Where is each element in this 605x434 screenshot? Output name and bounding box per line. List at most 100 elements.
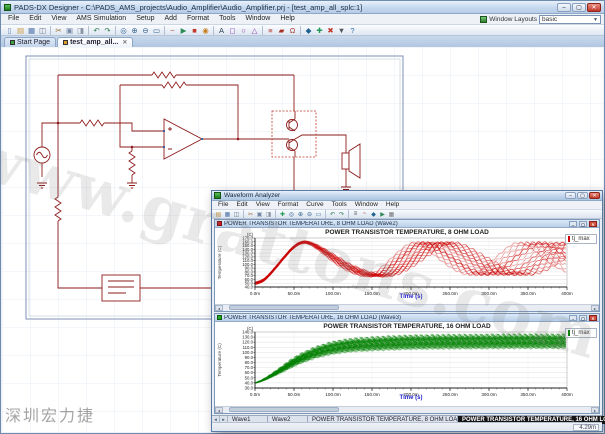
redo-icon[interactable]: ↷ — [102, 25, 113, 35]
maximize-button[interactable]: ▢ — [572, 3, 586, 12]
shape-triangle-icon[interactable]: △ — [249, 25, 260, 35]
scrollbar-track[interactable] — [223, 407, 591, 413]
sim-setup-icon[interactable]: ~ — [167, 25, 178, 35]
menu-format[interactable]: Format — [182, 14, 214, 24]
run-simulation-icon[interactable]: ▶ — [178, 25, 189, 35]
chart-8ohm-scrollbar[interactable]: ◂ ▸ — [215, 304, 599, 311]
child-close-button[interactable]: ✕ — [589, 221, 597, 227]
probe-icon[interactable]: ◉ — [200, 25, 211, 35]
cut-icon[interactable]: ✂ — [246, 210, 255, 218]
print-icon[interactable]: ◫ — [37, 25, 48, 35]
child-minimize-button[interactable]: ‒ — [569, 315, 577, 321]
wire-icon[interactable]: ≡ — [265, 25, 276, 35]
grid-icon[interactable]: ▦ — [387, 210, 396, 218]
analyzer-maximize-button[interactable]: ▢ — [577, 192, 588, 199]
menu-view[interactable]: View — [46, 14, 71, 24]
menu-help[interactable]: Help — [275, 14, 299, 24]
zoom-out-icon[interactable]: ⊖ — [140, 25, 151, 35]
save-icon[interactable]: ▦ — [26, 25, 37, 35]
open-icon[interactable]: ▤ — [15, 25, 26, 35]
search-icon[interactable]: ◎ — [287, 210, 296, 218]
run-icon[interactable]: ▶ — [378, 210, 387, 218]
close-button[interactable]: ✕ — [587, 3, 601, 12]
menu-window[interactable]: Window — [351, 201, 382, 209]
analyzer-close-button[interactable]: ✕ — [589, 192, 600, 199]
menu-add[interactable]: Add — [159, 14, 181, 24]
undo-icon[interactable]: ↶ — [328, 210, 337, 218]
measure-icon[interactable]: ≡ — [351, 210, 360, 218]
zoom-in-icon[interactable]: ⊕ — [129, 25, 140, 35]
add-waveform-icon[interactable]: ✚ — [278, 210, 287, 218]
waveform-icon[interactable]: ~ — [360, 210, 369, 218]
stop-simulation-icon[interactable]: ■ — [189, 25, 200, 35]
menu-ams-simulation[interactable]: AMS Simulation — [71, 14, 131, 24]
menu-file[interactable]: File — [214, 201, 232, 209]
menu-help[interactable]: Help — [382, 201, 403, 209]
marker-icon[interactable]: ◆ — [369, 210, 378, 218]
new-icon[interactable]: ▯ — [4, 25, 15, 35]
scrollbar-thumb[interactable] — [229, 305, 339, 310]
help-icon[interactable]: ? — [347, 25, 358, 35]
text-icon[interactable]: A — [216, 25, 227, 35]
properties-icon[interactable]: ▼ — [336, 25, 347, 35]
scroll-left-icon[interactable]: ◂ — [215, 305, 223, 311]
tab-test-amp-all-[interactable]: test_amp_all...✕ — [57, 37, 133, 47]
add-part-icon[interactable]: ✚ — [314, 25, 325, 35]
scroll-right-icon[interactable]: ▸ — [591, 407, 599, 413]
menu-view[interactable]: View — [252, 201, 274, 209]
cut-icon[interactable]: ✂ — [53, 25, 64, 35]
part-icon[interactable]: ◆ — [303, 25, 314, 35]
open-icon[interactable]: ▤ — [214, 210, 223, 218]
resistor-rf — [162, 82, 186, 88]
scroll-left-icon[interactable]: ◂ — [215, 407, 223, 413]
chart-16ohm-scrollbar[interactable]: ◂ ▸ — [215, 406, 599, 413]
analyzer-title: Waveform Analyzer — [224, 192, 562, 199]
zoom-out-icon[interactable]: ⊖ — [305, 210, 314, 218]
menu-format[interactable]: Format — [274, 201, 303, 209]
toolbar-separator — [213, 26, 214, 35]
menu-edit[interactable]: Edit — [24, 14, 46, 24]
child-minimize-button[interactable]: ‒ — [569, 221, 577, 227]
svg-text:30.0: 30.0 — [245, 386, 254, 391]
delete-icon[interactable]: ✖ — [325, 25, 336, 35]
window-layouts-combobox[interactable]: basic ▼ — [539, 15, 601, 24]
scrollbar-thumb[interactable] — [229, 407, 339, 412]
child-maximize-button[interactable]: ▢ — [579, 315, 587, 321]
copy-icon[interactable]: ▣ — [64, 25, 75, 35]
chart-window-16ohm-titlebar[interactable]: POWER TRANSISTOR TEMPERATURE, 16 OHM LOA… — [215, 314, 599, 322]
analyzer-app-icon — [214, 192, 221, 199]
undo-icon[interactable]: ↶ — [91, 25, 102, 35]
analyzer-titlebar[interactable]: Waveform Analyzer ‒ ▢ ✕ — [212, 191, 602, 201]
paste-icon[interactable]: ◨ — [75, 25, 86, 35]
bus-icon[interactable]: ▰ — [276, 25, 287, 35]
tab-start-page[interactable]: Start Page — [4, 37, 56, 47]
child-maximize-button[interactable]: ▢ — [579, 221, 587, 227]
main-titlebar[interactable]: PADS-DX Designer - C:\PADS_AMS_projects\… — [1, 1, 604, 14]
analyzer-minimize-button[interactable]: ‒ — [565, 192, 576, 199]
menu-file[interactable]: File — [3, 14, 24, 24]
shape-circle-icon[interactable]: ○ — [238, 25, 249, 35]
menu-window[interactable]: Window — [240, 14, 275, 24]
save-icon[interactable]: ▦ — [223, 210, 232, 218]
print-icon[interactable]: ◫ — [232, 210, 241, 218]
paste-icon[interactable]: ◨ — [264, 210, 273, 218]
menu-edit[interactable]: Edit — [232, 201, 251, 209]
chart-window-8ohm-titlebar[interactable]: POWER TRANSISTOR TEMPERATURE, 8 OHM LOAD… — [215, 220, 599, 228]
child-close-button[interactable]: ✕ — [589, 315, 597, 321]
redo-icon[interactable]: ↷ — [337, 210, 346, 218]
menu-setup[interactable]: Setup — [131, 14, 159, 24]
menu-curve[interactable]: Curve — [302, 201, 327, 209]
scroll-right-icon[interactable]: ▸ — [591, 305, 599, 311]
shape-rect-icon[interactable]: ◻ — [227, 25, 238, 35]
zoom-fit-icon[interactable]: ▭ — [151, 25, 162, 35]
search-icon[interactable]: ◎ — [118, 25, 129, 35]
menu-tools[interactable]: Tools — [214, 14, 240, 24]
menu-tools[interactable]: Tools — [328, 201, 351, 209]
zoom-in-icon[interactable]: ⊕ — [296, 210, 305, 218]
close-tab-icon[interactable]: ✕ — [122, 39, 127, 46]
minimize-button[interactable]: ‒ — [557, 3, 571, 12]
zoom-fit-icon[interactable]: ▭ — [314, 210, 323, 218]
net-icon[interactable]: Ω — [287, 25, 298, 35]
copy-icon[interactable]: ▣ — [255, 210, 264, 218]
scrollbar-track[interactable] — [223, 305, 591, 311]
